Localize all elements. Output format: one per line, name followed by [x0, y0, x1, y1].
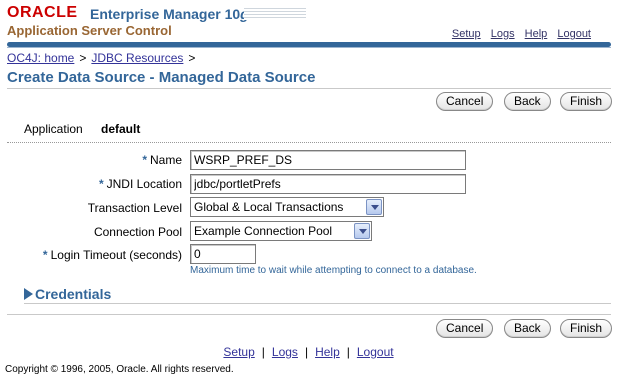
jndi-location-label: * JNDI Location	[0, 177, 182, 191]
footer-separator: |	[261, 345, 265, 359]
expand-triangle-icon	[24, 288, 33, 300]
product-name: Enterprise Manager 10g	[90, 6, 249, 22]
breadcrumb-separator: >	[188, 51, 196, 65]
footer-links: Setup | Logs | Help | Logout	[0, 345, 617, 359]
credentials-toggle[interactable]: Credentials	[24, 286, 111, 302]
brand-stripes-decoration	[244, 8, 306, 20]
name-label: * Name	[0, 153, 182, 167]
transaction-level-select[interactable]: Global & Local Transactions	[190, 197, 384, 217]
breadcrumb: OC4J: home > JDBC Resources >	[7, 51, 200, 65]
footer-link-logout[interactable]: Logout	[357, 345, 394, 359]
page-title: Create Data Source - Managed Data Source	[7, 69, 316, 86]
back-button-bottom[interactable]: Back	[504, 319, 551, 338]
breadcrumb-oc4j-home[interactable]: OC4J: home	[7, 51, 74, 65]
cancel-button-bottom[interactable]: Cancel	[436, 319, 494, 338]
jndi-location-input[interactable]	[190, 174, 466, 194]
application-value: default	[101, 122, 141, 136]
global-link-setup[interactable]: Setup	[452, 28, 481, 40]
footer-link-help[interactable]: Help	[315, 345, 340, 359]
required-indicator: *	[98, 177, 104, 191]
global-link-logs[interactable]: Logs	[491, 28, 515, 40]
footer-separator: |	[304, 345, 309, 359]
name-label-text: Name	[149, 153, 182, 167]
chevron-down-icon[interactable]	[354, 223, 370, 239]
header-bar-shadow	[7, 47, 611, 48]
connection-pool-value: Example Connection Pool	[194, 224, 333, 238]
product-subtitle: Application Server Control	[7, 23, 172, 38]
product-name-text: Enterprise Manager 10	[90, 6, 241, 22]
footer-link-logs[interactable]: Logs	[272, 345, 298, 359]
login-timeout-input[interactable]	[190, 244, 256, 264]
transaction-level-label: Transaction Level	[87, 201, 182, 215]
title-divider	[7, 88, 611, 89]
name-input[interactable]	[190, 150, 466, 170]
credentials-label: Credentials	[35, 286, 112, 302]
copyright-text: Copyright © 1996, 2005, Oracle. All righ…	[5, 364, 234, 375]
oracle-logo: ORACLE	[7, 4, 78, 21]
login-timeout-hint: Maximum time to wait while attempting to…	[190, 265, 477, 276]
cancel-button-top[interactable]: Cancel	[436, 92, 494, 111]
required-indicator: *	[142, 153, 147, 167]
dotted-divider	[7, 142, 611, 143]
connection-pool-select[interactable]: Example Connection Pool	[190, 221, 372, 241]
finish-button-bottom[interactable]: Finish	[560, 319, 613, 338]
breadcrumb-jdbc-resources[interactable]: JDBC Resources	[91, 51, 183, 65]
global-link-logout[interactable]: Logout	[557, 28, 591, 40]
connection-pool-label: Connection Pool	[93, 225, 182, 239]
finish-button-top[interactable]: Finish	[560, 92, 613, 111]
chevron-down-icon[interactable]	[366, 199, 382, 215]
footer-separator: |	[346, 345, 350, 359]
back-button-top[interactable]: Back	[504, 92, 551, 111]
global-link-help[interactable]: Help	[525, 28, 548, 40]
jndi-location-label-text: JNDI Location	[106, 177, 182, 191]
breadcrumb-separator: >	[79, 51, 87, 65]
required-indicator: *	[42, 248, 48, 262]
footer-link-setup[interactable]: Setup	[223, 345, 254, 359]
login-timeout-label: * Login Timeout (seconds)	[0, 248, 182, 262]
credentials-divider	[24, 303, 611, 304]
application-label: Application	[24, 122, 83, 136]
login-timeout-label-text: Login Timeout (seconds)	[50, 248, 182, 262]
global-links: Setup Logs Help Logout	[445, 28, 591, 40]
transaction-level-value: Global & Local Transactions	[194, 200, 344, 214]
bottom-divider	[7, 314, 611, 315]
